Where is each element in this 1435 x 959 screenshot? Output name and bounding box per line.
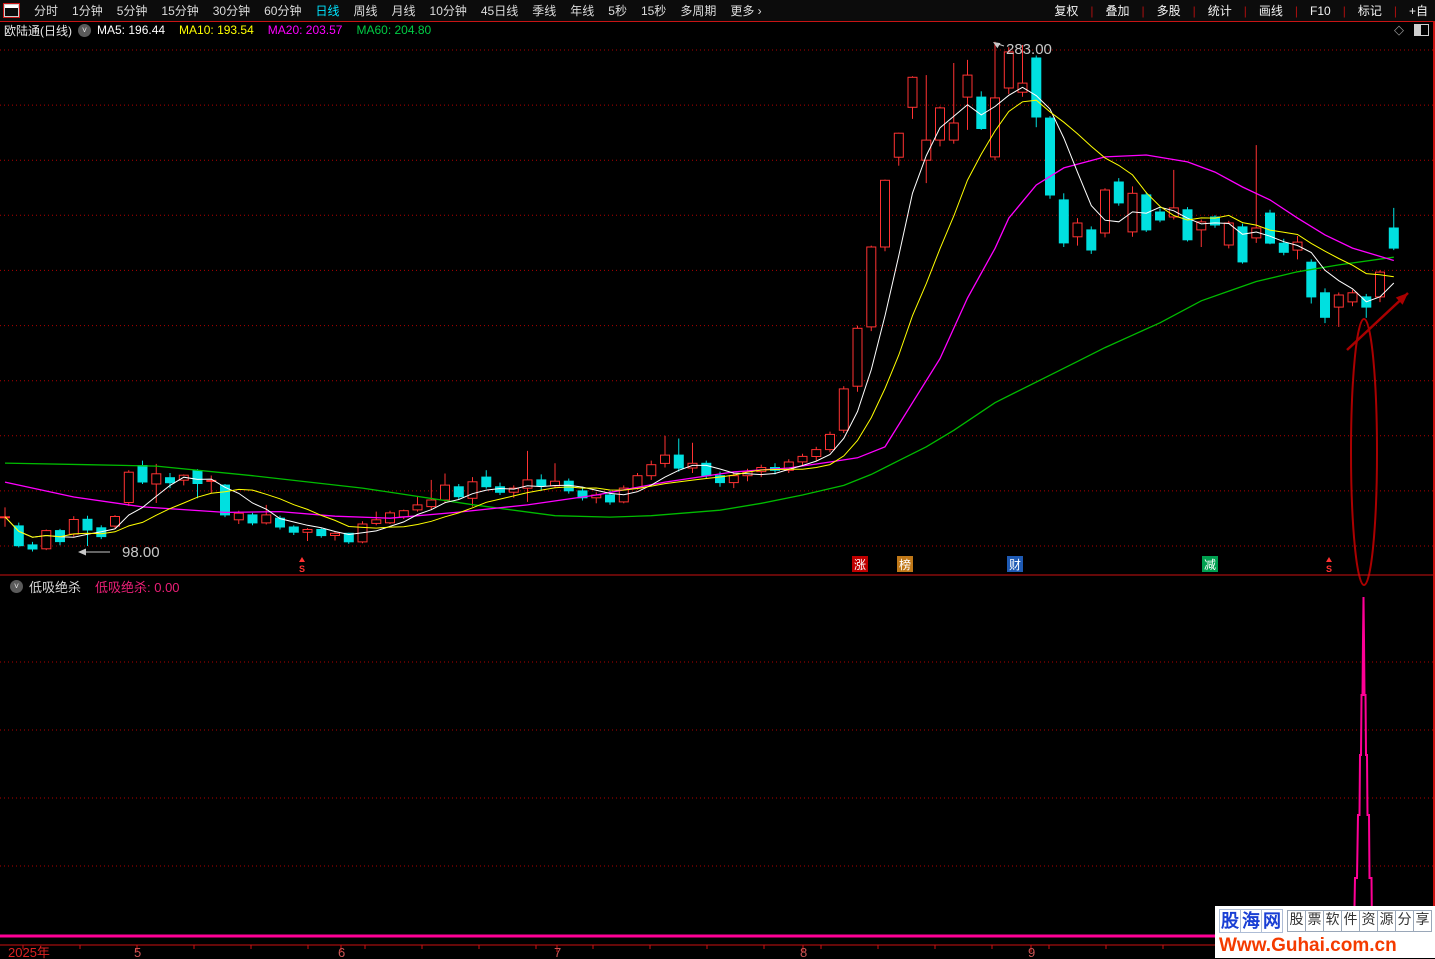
drawn-ellipse bbox=[1350, 318, 1378, 586]
indicator-header: ˅ 低吸绝杀 低吸绝杀: 0.00 bbox=[4, 577, 180, 596]
toolbar-item-叠加[interactable]: 叠加 bbox=[1098, 2, 1136, 19]
indicator-name[interactable]: 低吸绝杀 bbox=[29, 577, 81, 596]
chart-markers-layer: 涨榜财减S S bbox=[299, 556, 1332, 574]
menu-separator: | bbox=[1294, 3, 1299, 18]
ma60-legend: MA60: 204.80 bbox=[356, 23, 432, 37]
watermark-brand-char: 海 bbox=[1240, 909, 1262, 933]
menu-separator: | bbox=[1342, 3, 1346, 18]
menu-item-15分钟[interactable]: 15分钟 bbox=[154, 2, 205, 19]
watermark-phrase-char: 票 bbox=[1305, 910, 1324, 932]
watermark-phrase-char: 源 bbox=[1377, 910, 1396, 932]
split-window-icon[interactable] bbox=[1414, 24, 1429, 36]
svg-text:涨: 涨 bbox=[854, 557, 866, 572]
svg-text:7: 7 bbox=[554, 945, 561, 959]
svg-text:283.00: 283.00 bbox=[1006, 41, 1052, 58]
svg-text:财: 财 bbox=[1009, 558, 1021, 572]
menu-item-15秒[interactable]: 15秒 bbox=[634, 2, 673, 19]
svg-text:6: 6 bbox=[338, 945, 345, 959]
menu-item-1分钟[interactable]: 1分钟 bbox=[65, 2, 110, 19]
toolbar-item-画线[interactable]: 画线 bbox=[1252, 2, 1290, 19]
menu-separator: | bbox=[1192, 3, 1196, 18]
watermark-phrase-char: 股 bbox=[1287, 910, 1306, 932]
watermark: 股海网 股票软件资源分享 Www.Guhai.com.cn bbox=[1215, 906, 1435, 958]
menu-separator: | bbox=[1243, 3, 1247, 18]
watermark-phrase-char: 资 bbox=[1359, 910, 1378, 932]
toolbar-item-统计[interactable]: 统计 bbox=[1201, 2, 1239, 19]
menu-item-分时[interactable]: 分时 bbox=[27, 2, 65, 19]
signal-arrow-icon bbox=[1326, 557, 1332, 562]
menu-separator: | bbox=[1090, 3, 1094, 18]
menu-item-日线[interactable]: 日线 bbox=[308, 2, 346, 19]
menu-separator: | bbox=[1141, 3, 1145, 18]
svg-text:2025年: 2025年 bbox=[8, 945, 50, 959]
menu-item-10分钟[interactable]: 10分钟 bbox=[423, 2, 474, 19]
watermark-url: Www.Guhai.com.cn bbox=[1219, 935, 1397, 956]
menu-item-5秒[interactable]: 5秒 bbox=[601, 2, 634, 19]
menu-item-5分钟[interactable]: 5分钟 bbox=[110, 2, 155, 19]
watermark-phrase-char: 分 bbox=[1395, 910, 1414, 932]
candles-layer bbox=[0, 41, 1399, 552]
watermark-phrase-char: 软 bbox=[1323, 910, 1342, 932]
toolbar-item-标记[interactable]: 标记 bbox=[1351, 2, 1389, 19]
menu-item-月线[interactable]: 月线 bbox=[385, 2, 423, 19]
menu-item-45日线[interactable]: 45日线 bbox=[474, 2, 525, 19]
watermark-phrase-char: 件 bbox=[1341, 910, 1360, 932]
menu-item-年线[interactable]: 年线 bbox=[563, 2, 601, 19]
main-chart-canvas[interactable]: 283.00 98.00 涨 榜 财 减 S S 2025年 5 6 7 8 9 bbox=[0, 0, 1435, 959]
ma5-legend: MA5: 196.44 bbox=[97, 23, 166, 37]
toolbar-item-F10[interactable]: F10 bbox=[1303, 4, 1338, 18]
toolbar-right-menu: 复权 | 叠加 | 多股 | 统计 | 画线 | F10 | 标记 | +自 bbox=[1047, 2, 1435, 19]
menu-item-30分钟[interactable]: 30分钟 bbox=[206, 2, 257, 19]
watermark-brand: 股海网 bbox=[1219, 909, 1283, 933]
title-bar: 欧陆通(日线) ˅ MA5: 196.44 MA10: 193.54 MA20: 2… bbox=[0, 22, 1435, 38]
menu-item-多周期[interactable]: 多周期 bbox=[673, 2, 723, 19]
svg-text:S: S bbox=[299, 564, 305, 574]
indicator-value: 低吸绝杀: 0.00 bbox=[95, 580, 180, 595]
ma20-legend: MA20: 203.57 bbox=[267, 23, 343, 37]
grid-layer bbox=[0, 49, 1433, 867]
symbol-title[interactable]: 欧陆通(日线) bbox=[4, 22, 72, 39]
menu-item-周线[interactable]: 周线 bbox=[346, 2, 384, 19]
indicator-chevron-down-icon[interactable]: ˅ bbox=[10, 580, 23, 593]
top-menu-bar: 分时 1分钟 5分钟 15分钟 30分钟 60分钟 日线 周线 月线 10分钟 45日线 季线 年线 5秒… bbox=[0, 0, 1435, 22]
watermark-brand-char: 股 bbox=[1219, 909, 1241, 933]
menu-separator: | bbox=[1393, 3, 1397, 18]
toolbar-item-复权[interactable]: 复权 bbox=[1047, 2, 1085, 19]
watermark-brand-char: 网 bbox=[1261, 909, 1283, 933]
ma60-line bbox=[4, 256, 1394, 518]
svg-text:98.00: 98.00 bbox=[122, 544, 160, 561]
ma5-line bbox=[4, 86, 1395, 538]
ma10-legend: MA10: 193.54 bbox=[179, 23, 254, 37]
window-icon[interactable] bbox=[3, 3, 20, 18]
toolbar-item-多股[interactable]: 多股 bbox=[1150, 2, 1188, 19]
indicator-signal-spike bbox=[1353, 596, 1373, 936]
svg-text:8: 8 bbox=[800, 945, 807, 959]
menu-item-60分钟[interactable]: 60分钟 bbox=[257, 2, 308, 19]
svg-text:S: S bbox=[1326, 564, 1332, 574]
ma-lines-layer bbox=[4, 86, 1395, 538]
menu-item-季线[interactable]: 季线 bbox=[525, 2, 563, 19]
svg-text:榜: 榜 bbox=[899, 557, 911, 572]
diamond-icon[interactable]: ◇ bbox=[1394, 22, 1404, 38]
period-menu: 分时 1分钟 5分钟 15分钟 30分钟 60分钟 日线 周线 月线 10分钟 45日线 季线 年线 5秒… bbox=[27, 2, 769, 19]
tdx-app: 283.00 98.00 涨 榜 财 减 S S 2025年 5 6 7 8 9 分时 1分钟 5分钟 15分钟… bbox=[0, 0, 1435, 959]
svg-text:5: 5 bbox=[134, 945, 141, 959]
annotations-layer: 283.00 98.00 bbox=[78, 41, 1409, 586]
toolbar-item-+自[interactable]: +自 bbox=[1402, 2, 1435, 19]
chevron-down-icon[interactable]: ˅ bbox=[78, 23, 91, 37]
watermark-phrase-char: 享 bbox=[1413, 910, 1432, 932]
menu-item-更多 ›[interactable]: 更多 › bbox=[723, 2, 768, 19]
watermark-phrase: 股票软件资源分享 bbox=[1287, 910, 1432, 932]
signal-arrow-icon bbox=[299, 557, 305, 562]
svg-text:减: 减 bbox=[1204, 558, 1216, 572]
svg-text:9: 9 bbox=[1028, 945, 1035, 959]
ma-legend: MA5: 196.44 MA10: 193.54 MA20: 203.57 MA60:… bbox=[97, 23, 431, 37]
